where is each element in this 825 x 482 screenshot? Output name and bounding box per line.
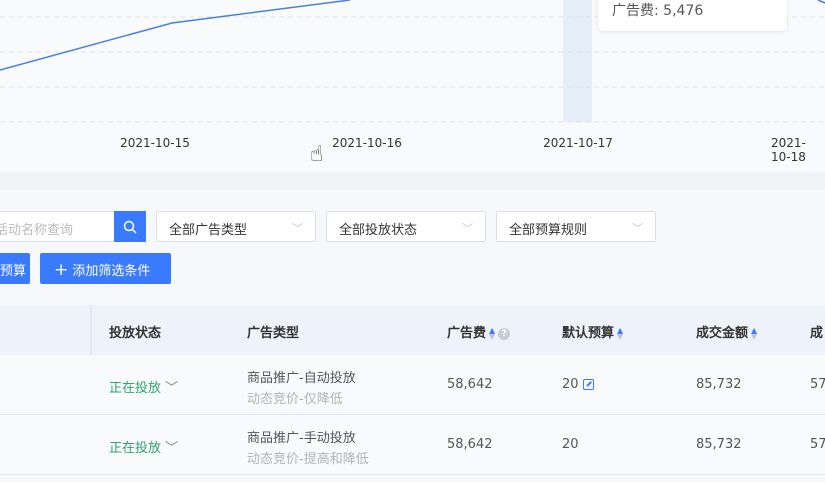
truncated-value: 57: [810, 437, 825, 452]
header-gmv[interactable]: 成交金额 ▲ ▼: [696, 322, 757, 341]
select-value: 全部投放状态: [339, 223, 418, 238]
series-line: [0, 0, 351, 71]
budget-rule-select[interactable]: 全部预算规则 ﹀: [496, 211, 656, 242]
header-ad-type: 广告类型: [247, 326, 300, 341]
tooltip-label: 广告费:: [612, 3, 659, 19]
x-tick-label: 2021-10-15: [120, 136, 190, 150]
header-truncated: 成: [810, 326, 824, 341]
add-filter-button[interactable]: + 添加筛选条件: [40, 253, 171, 284]
status-label: 正在投放: [109, 381, 162, 396]
select-value: 全部预算规则: [509, 223, 588, 238]
gridlines: [0, 16, 825, 123]
header-default-budget[interactable]: 默认预算 ▲ ▼: [562, 322, 623, 341]
chevron-down-icon: ﹀: [165, 441, 179, 456]
ad-cost: 58,642: [447, 437, 493, 452]
series-line-right: [817, 0, 825, 4]
bid-strategy: 动态竞价-仅降低: [247, 392, 343, 407]
add-filter-label: 添加筛选条件: [72, 264, 151, 279]
status-dropdown[interactable]: 正在投放 ﹀: [109, 377, 178, 396]
ad-type-select[interactable]: 全部广告类型 ﹀: [156, 211, 316, 242]
hover-band: [563, 0, 592, 122]
chevron-down-icon: ﹀: [165, 381, 179, 396]
sort-icon[interactable]: ▲ ▼: [617, 326, 623, 340]
status-label: 正在投放: [109, 441, 162, 456]
budget-button[interactable]: 预算: [0, 253, 30, 284]
search-icon: [123, 220, 137, 234]
table-row: 正在投放 ﹀ 商品推广-自动投放 动态竞价-仅降低 58,642 20 85,7…: [0, 355, 825, 415]
ad-cost-chart: 2021-10-15 2021-10-16 2021-10-17 2021-10…: [0, 0, 825, 172]
edit-icon[interactable]: [582, 379, 594, 390]
table-header: 投放状态 广告类型 广告费 ▲ ▼? 默认预算 ▲ ▼ 成交金额 ▲ ▼ 成: [0, 305, 825, 355]
search-placeholder: 活动名称查询: [0, 223, 74, 238]
status-dropdown[interactable]: 正在投放 ﹀: [109, 437, 178, 456]
header-label: 广告费: [447, 326, 487, 341]
budget-value: 20: [562, 377, 579, 392]
bid-strategy: 动态竞价-提高和降低: [247, 452, 369, 467]
section-divider: [0, 172, 825, 190]
header-label: 默认预算: [562, 326, 615, 341]
x-tick-label: 2021-10-17: [543, 136, 613, 150]
select-value: 全部广告类型: [169, 223, 248, 238]
default-budget: 20: [562, 377, 594, 392]
x-tick-label: 2021-10-18: [771, 136, 806, 164]
help-icon[interactable]: ?: [498, 327, 511, 340]
search-input[interactable]: 活动名称查询: [0, 211, 115, 242]
budget-button-label: 预算: [0, 264, 27, 279]
chart-tooltip: 广告费: 5,476: [598, 0, 787, 31]
status-select[interactable]: 全部投放状态 ﹀: [326, 211, 486, 242]
header-ad-cost[interactable]: 广告费 ▲ ▼?: [447, 322, 511, 341]
sort-icon[interactable]: ▲ ▼: [489, 326, 495, 340]
hand-cursor-icon: ☝: [310, 142, 324, 167]
chevron-down-icon: ﹀: [632, 222, 643, 235]
sort-icon[interactable]: ▲ ▼: [751, 326, 757, 340]
plus-icon: +: [54, 260, 69, 280]
chevron-down-icon: ﹀: [292, 222, 303, 235]
header-label: 成交金额: [696, 326, 749, 341]
gmv: 85,732: [696, 437, 742, 452]
ad-type: 商品推广-自动投放: [247, 371, 356, 386]
column-divider: [90, 305, 92, 355]
gmv: 85,732: [696, 377, 742, 392]
ad-type: 商品推广-手动投放: [247, 431, 356, 446]
table-row: 正在投放 ﹀ 商品推广-手动投放 动态竞价-提高和降低 58,642 20 85…: [0, 415, 825, 475]
x-tick-label: 2021-10-16: [332, 136, 402, 150]
chevron-down-icon: ﹀: [462, 222, 473, 235]
truncated-value: 57: [810, 377, 825, 392]
header-status: 投放状态: [109, 326, 162, 341]
default-budget: 20: [562, 437, 579, 452]
search-button[interactable]: [114, 211, 146, 242]
ad-cost: 58,642: [447, 377, 493, 392]
tooltip-value: 5,476: [663, 3, 704, 19]
